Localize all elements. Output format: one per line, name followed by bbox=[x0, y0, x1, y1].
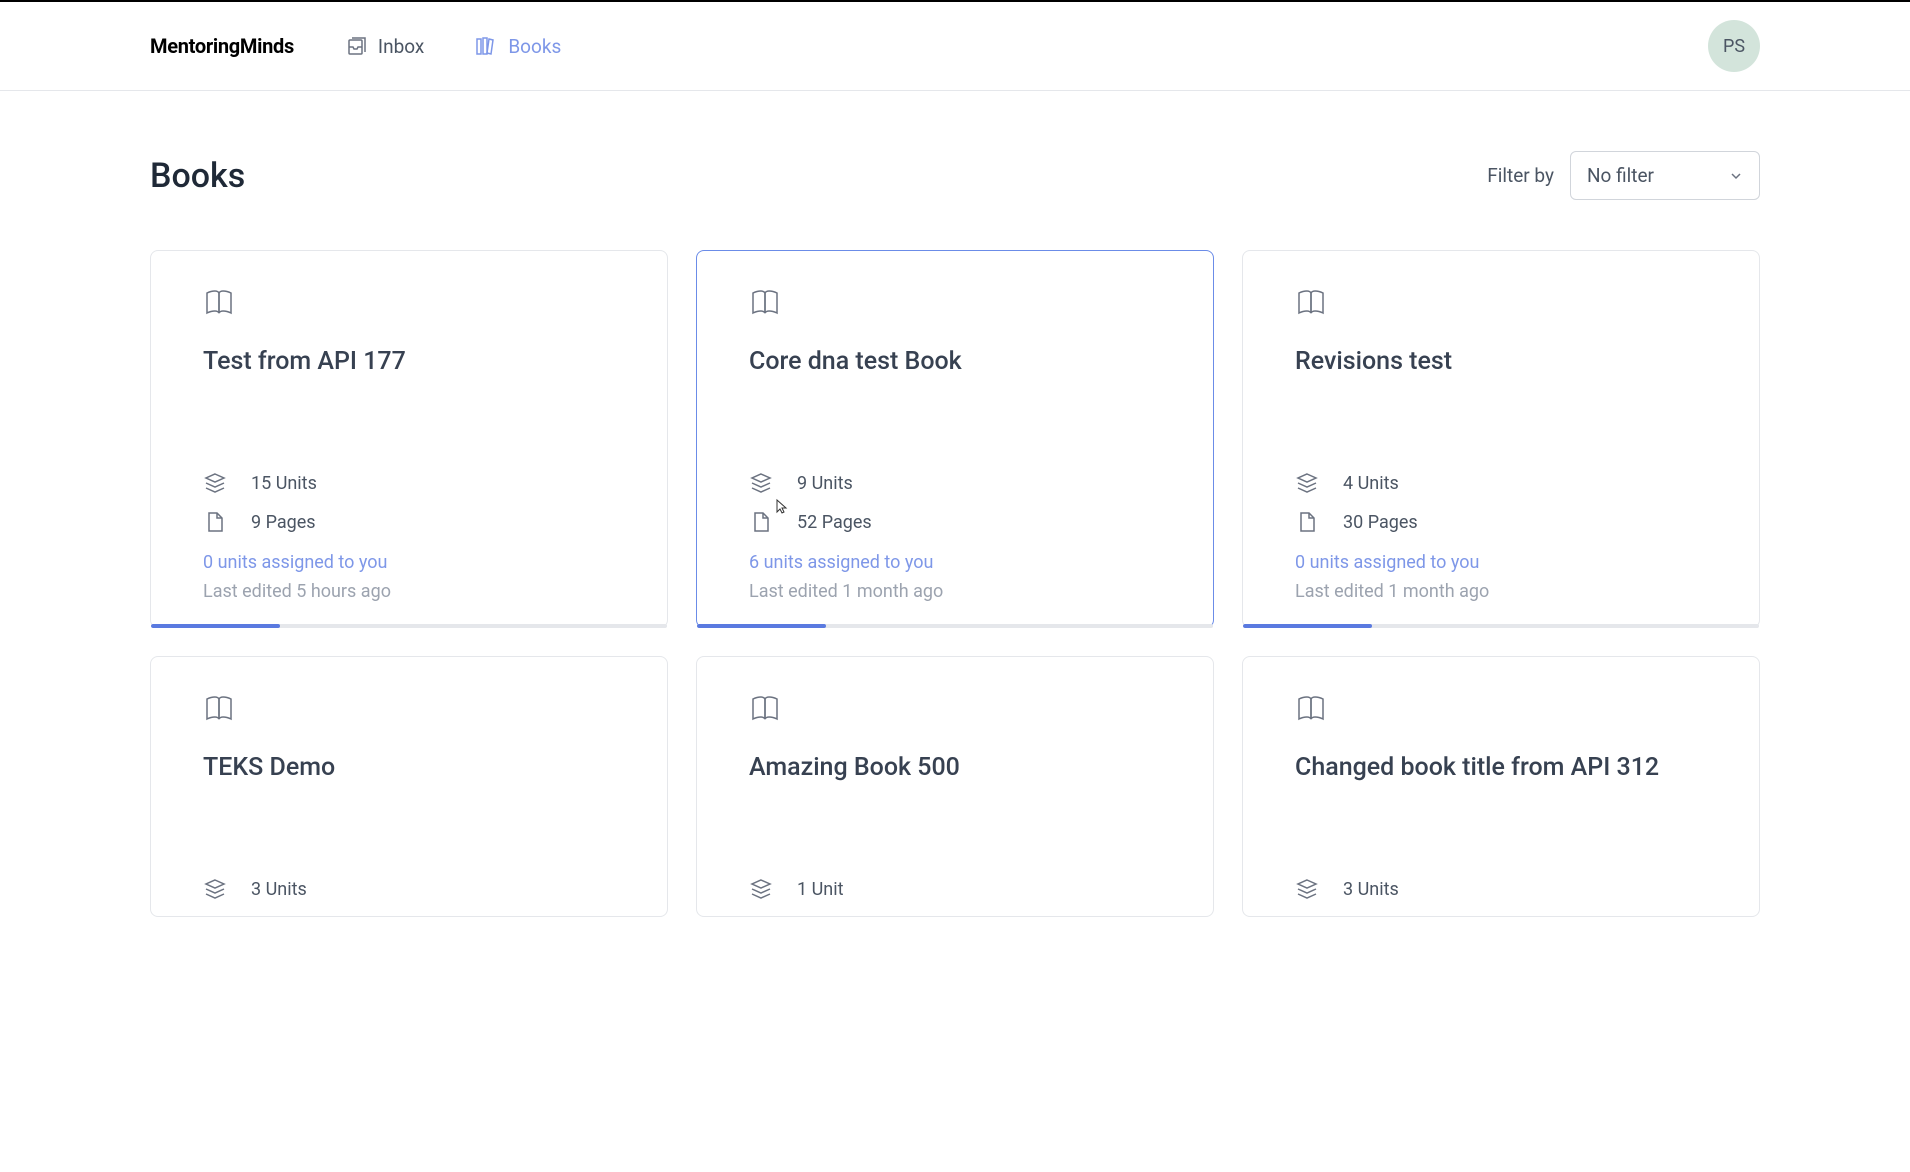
book-card[interactable]: TEKS Demo 3 Units bbox=[150, 656, 668, 917]
avatar[interactable]: PS bbox=[1708, 20, 1760, 72]
pages-icon bbox=[203, 510, 227, 534]
book-card[interactable]: Test from API 177 15 Units 9 Pages 0 uni… bbox=[150, 250, 668, 628]
book-card[interactable]: Revisions test 4 Units 30 Pages 0 units … bbox=[1242, 250, 1760, 628]
card-pages: 30 Pages bbox=[1295, 510, 1707, 534]
book-icon bbox=[203, 287, 235, 319]
avatar-initials: PS bbox=[1723, 36, 1745, 57]
card-units: 3 Units bbox=[203, 877, 615, 901]
units-icon bbox=[1295, 471, 1319, 495]
book-icon bbox=[203, 693, 235, 725]
card-title: Test from API 177 bbox=[203, 347, 615, 376]
card-title: TEKS Demo bbox=[203, 753, 615, 782]
cursor-icon bbox=[773, 498, 791, 516]
assigned-text: 0 units assigned to you bbox=[203, 552, 615, 573]
card-units: 4 Units bbox=[1295, 471, 1707, 495]
progress-bar bbox=[697, 624, 1213, 628]
filter-select-value: No filter bbox=[1587, 164, 1699, 187]
book-icon bbox=[1295, 287, 1327, 319]
units-text: 4 Units bbox=[1343, 473, 1399, 494]
page-title: Books bbox=[150, 156, 245, 196]
assigned-text: 6 units assigned to you bbox=[749, 552, 1161, 573]
inbox-icon bbox=[344, 34, 368, 58]
units-icon bbox=[749, 877, 773, 901]
units-icon bbox=[203, 471, 227, 495]
card-pages: 52 Pages bbox=[749, 510, 1161, 534]
pages-icon bbox=[749, 510, 773, 534]
card-units: 1 Unit bbox=[749, 877, 1161, 901]
card-units: 15 Units bbox=[203, 471, 615, 495]
book-card[interactable]: Core dna test Book 9 Units 52 Pages 6 un… bbox=[696, 250, 1214, 628]
nav-inbox-label: Inbox bbox=[378, 35, 424, 58]
book-icon bbox=[749, 693, 781, 725]
filter-group: Filter by No filter bbox=[1487, 151, 1760, 200]
book-icon bbox=[1295, 693, 1327, 725]
units-text: 1 Unit bbox=[797, 879, 843, 900]
edited-text: Last edited 1 month ago bbox=[1295, 581, 1707, 602]
filter-select[interactable]: No filter bbox=[1570, 151, 1760, 200]
card-title: Amazing Book 500 bbox=[749, 753, 1161, 782]
card-units: 3 Units bbox=[1295, 877, 1707, 901]
book-card[interactable]: Changed book title from API 312 3 Units bbox=[1242, 656, 1760, 917]
books-icon bbox=[474, 34, 498, 58]
card-title: Core dna test Book bbox=[749, 347, 1161, 376]
card-title: Changed book title from API 312 bbox=[1295, 753, 1707, 782]
units-icon bbox=[749, 471, 773, 495]
units-text: 3 Units bbox=[251, 879, 307, 900]
nav-inbox[interactable]: Inbox bbox=[344, 34, 424, 58]
pages-text: 52 Pages bbox=[797, 512, 872, 533]
units-text: 15 Units bbox=[251, 473, 317, 494]
pages-text: 30 Pages bbox=[1343, 512, 1418, 533]
book-icon bbox=[749, 287, 781, 319]
books-grid: Test from API 177 15 Units 9 Pages 0 uni… bbox=[150, 250, 1760, 917]
card-pages: 9 Pages bbox=[203, 510, 615, 534]
header-row: Books Filter by No filter bbox=[150, 151, 1760, 200]
nav-books[interactable]: Books bbox=[474, 34, 561, 58]
progress-bar bbox=[1243, 624, 1759, 628]
card-units: 9 Units bbox=[749, 471, 1161, 495]
card-title: Revisions test bbox=[1295, 347, 1707, 376]
units-icon bbox=[203, 877, 227, 901]
edited-text: Last edited 1 month ago bbox=[749, 581, 1161, 602]
top-navigation: MentoringMinds Inbox bbox=[0, 2, 1910, 91]
edited-text: Last edited 5 hours ago bbox=[203, 581, 615, 602]
nav-left-group: MentoringMinds Inbox bbox=[150, 34, 561, 58]
chevron-down-icon bbox=[1729, 169, 1743, 183]
assigned-text: 0 units assigned to you bbox=[1295, 552, 1707, 573]
progress-bar bbox=[151, 624, 667, 628]
brand-logo[interactable]: MentoringMinds bbox=[150, 34, 294, 58]
pages-text: 9 Pages bbox=[251, 512, 316, 533]
nav-books-label: Books bbox=[508, 35, 561, 58]
units-text: 3 Units bbox=[1343, 879, 1399, 900]
book-card[interactable]: Amazing Book 500 1 Unit bbox=[696, 656, 1214, 917]
content-area: Books Filter by No filter Test from API … bbox=[0, 91, 1910, 977]
units-icon bbox=[1295, 877, 1319, 901]
units-text: 9 Units bbox=[797, 473, 853, 494]
pages-icon bbox=[1295, 510, 1319, 534]
filter-label: Filter by bbox=[1487, 164, 1554, 187]
